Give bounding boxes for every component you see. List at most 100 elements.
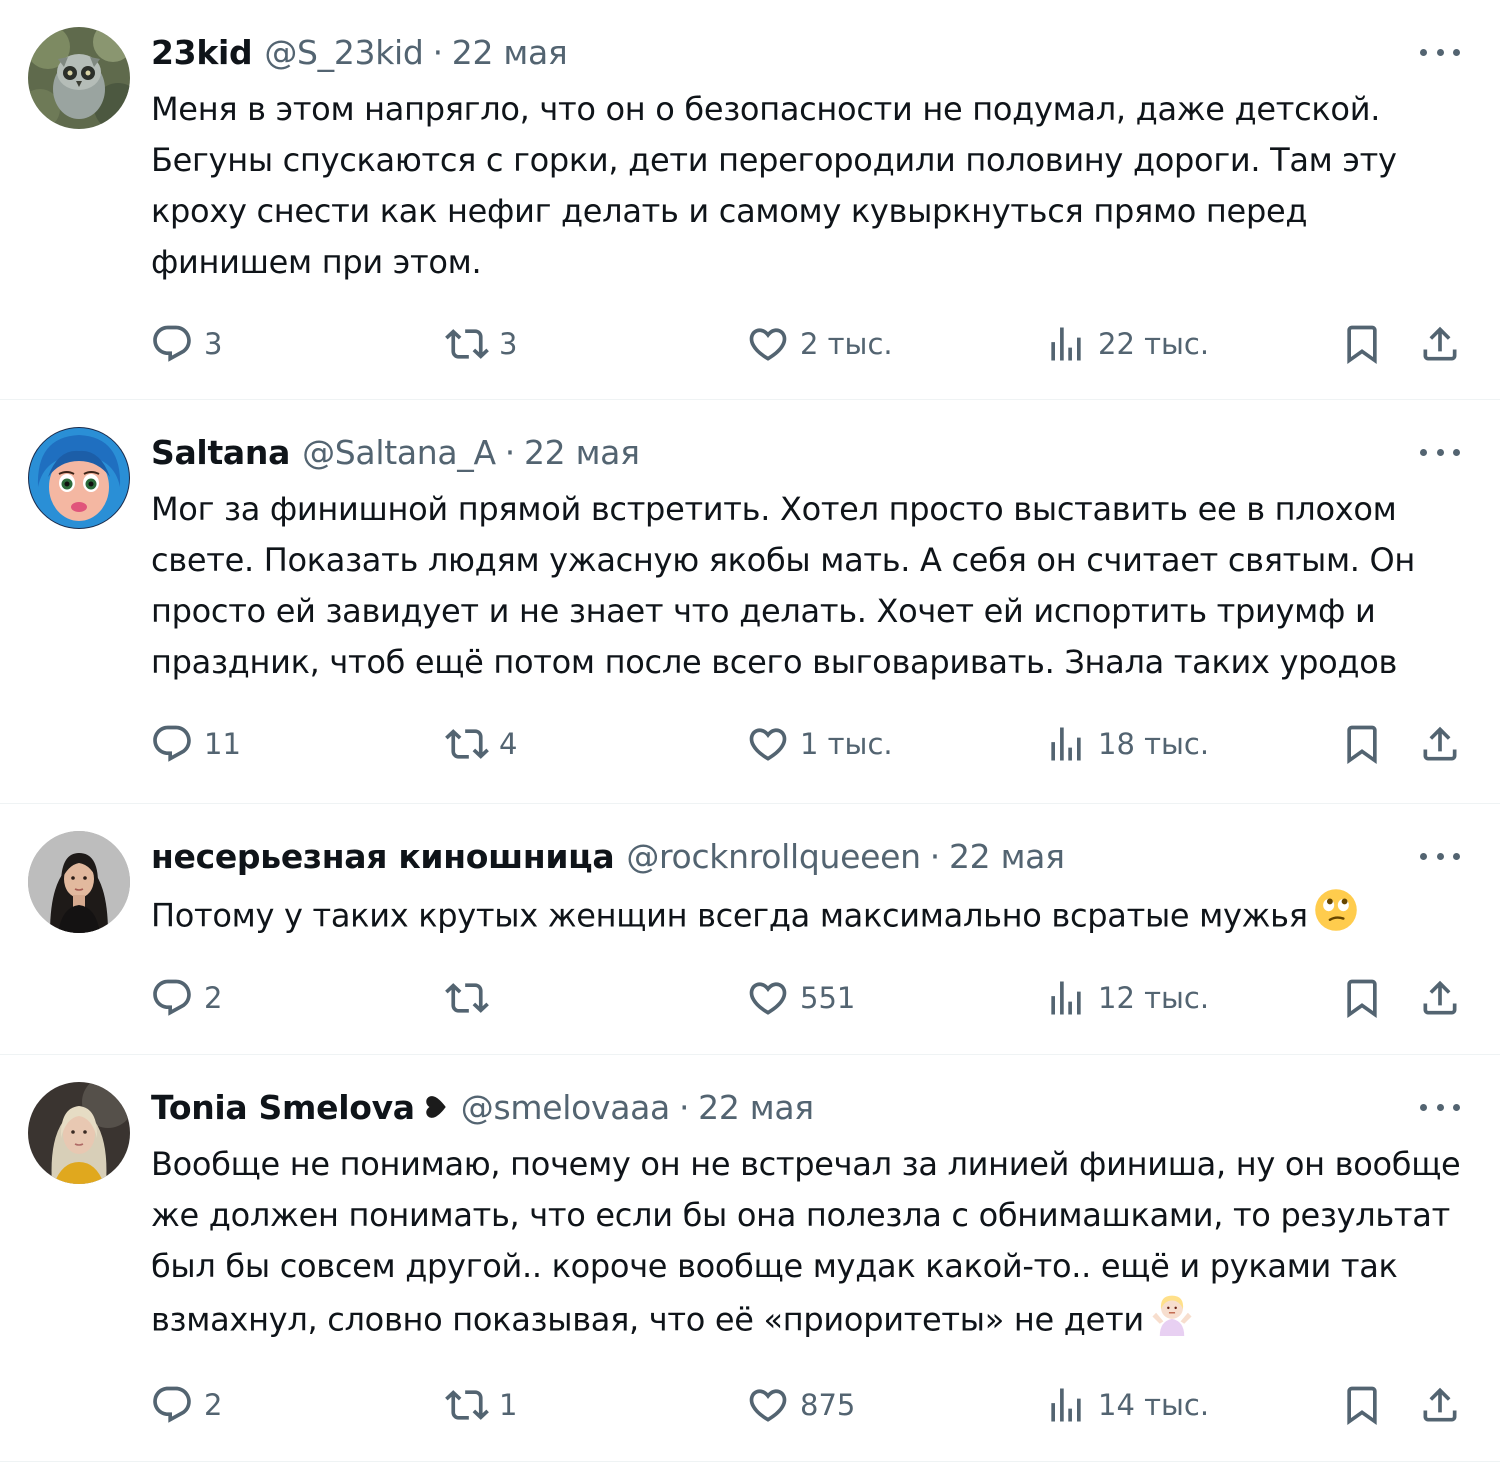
user-handle[interactable]: @smelovaaa <box>461 1088 671 1127</box>
user-handle[interactable]: @S_23kid <box>264 33 424 72</box>
like-button[interactable]: 2 тыс. <box>746 322 893 366</box>
tweet-text: Мог за финишной прямой встретить. Хотел … <box>151 490 1416 681</box>
share-button[interactable] <box>1418 976 1462 1020</box>
action-bar: 3 3 2 тыс. 22 тыс. <box>150 322 1464 366</box>
reply-feed: 23kid @S_23kid · 22 мая Меня в этом напр… <box>0 0 1500 1467</box>
like-button[interactable]: 1 тыс. <box>746 722 893 766</box>
reply-button[interactable]: 11 <box>150 722 241 766</box>
more-icon <box>1420 448 1427 456</box>
like-count: 1 тыс. <box>800 727 893 761</box>
blonde-woman-avatar-image <box>28 1082 130 1184</box>
more-options-button[interactable] <box>1420 1095 1460 1119</box>
retweet-button[interactable]: 4 <box>445 722 517 766</box>
bookmark-icon <box>1347 725 1377 765</box>
post-date[interactable]: 22 мая <box>524 433 640 472</box>
more-options-button[interactable] <box>1420 40 1460 64</box>
display-name[interactable]: Tonia Smelova <box>151 1088 415 1127</box>
cartoon-girl-avatar-image <box>28 427 130 529</box>
tweet-text: Меня в этом напрягло, что он о безопасно… <box>151 90 1397 281</box>
retweet-count: 1 <box>499 1388 518 1422</box>
display-name[interactable]: 23kid <box>151 33 253 72</box>
share-button[interactable] <box>1418 722 1462 766</box>
views-count: 14 тыс. <box>1098 1388 1210 1422</box>
display-name[interactable]: несерьезная киношница <box>151 837 615 876</box>
retweet-count: 4 <box>499 727 518 761</box>
tweet-text: Вообще не понимаю, почему он не встречал… <box>151 1145 1461 1339</box>
views-icon <box>1051 727 1081 761</box>
bookmark-icon <box>1347 325 1377 365</box>
retweet-icon <box>445 1390 489 1420</box>
bookmark-button[interactable] <box>1340 322 1384 366</box>
avatar[interactable] <box>28 831 130 933</box>
tweet[interactable]: несерьезная киношница @rocknrollqueeen ·… <box>0 804 1500 1055</box>
tweet-header: несерьезная киношница @rocknrollqueeen ·… <box>151 834 1065 878</box>
tweet[interactable]: 23kid @S_23kid · 22 мая Меня в этом напр… <box>0 0 1500 400</box>
post-date[interactable]: 22 мая <box>698 1088 814 1127</box>
bookmark-button[interactable] <box>1340 722 1384 766</box>
tweet-text: Потому у таких крутых женщин всегда макс… <box>151 896 1308 935</box>
retweet-button[interactable] <box>445 976 499 1020</box>
bookmark-icon <box>1347 1386 1377 1426</box>
action-bar: 2 551 12 тыс. <box>150 976 1464 1020</box>
bookmark-button[interactable] <box>1340 976 1384 1020</box>
reply-button[interactable]: 3 <box>150 322 222 366</box>
views-count: 12 тыс. <box>1098 981 1210 1015</box>
tweet-header: Tonia Smelova @smelovaaa · 22 мая <box>151 1085 814 1129</box>
views-icon <box>1051 327 1081 361</box>
bookmark-icon <box>1347 979 1377 1019</box>
views-button[interactable]: 22 тыс. <box>1044 322 1209 366</box>
like-icon <box>749 982 787 1015</box>
views-icon <box>1051 981 1081 1015</box>
separator-dot: · <box>678 1087 690 1127</box>
reply-count: 2 <box>204 1388 223 1422</box>
share-icon <box>1423 726 1457 761</box>
views-count: 22 тыс. <box>1098 327 1210 361</box>
avatar[interactable] <box>28 27 130 129</box>
tweet[interactable]: Saltana @Saltana_A · 22 мая Мог за финиш… <box>0 400 1500 804</box>
retweet-button[interactable]: 1 <box>445 1383 517 1427</box>
share-icon <box>1423 326 1457 361</box>
like-icon <box>749 1389 787 1422</box>
reply-count: 2 <box>204 981 223 1015</box>
bookmark-button[interactable] <box>1340 1383 1384 1427</box>
eye-roll-emoji <box>1314 888 1358 947</box>
share-icon <box>1423 1387 1457 1422</box>
avatar[interactable] <box>28 1082 130 1184</box>
retweet-button[interactable]: 3 <box>445 322 517 366</box>
reply-button[interactable]: 2 <box>150 1383 222 1427</box>
more-options-button[interactable] <box>1420 440 1460 464</box>
reply-count: 11 <box>204 727 241 761</box>
reply-button[interactable]: 2 <box>150 976 222 1020</box>
separator-dot: · <box>504 432 516 472</box>
display-name[interactable]: Saltana <box>151 433 290 472</box>
more-icon <box>1420 852 1427 860</box>
black-heart-badge <box>423 1094 449 1120</box>
user-handle[interactable]: @Saltana_A <box>302 433 496 472</box>
like-button[interactable]: 875 <box>746 1383 855 1427</box>
like-count: 875 <box>800 1388 856 1422</box>
retweet-icon <box>445 329 489 359</box>
avatar[interactable] <box>28 427 130 529</box>
views-button[interactable]: 14 тыс. <box>1044 1383 1209 1427</box>
action-bar: 11 4 1 тыс. 18 тыс. <box>150 722 1464 766</box>
tweet-text-block: Потому у таких крутых женщин всегда макс… <box>151 888 1461 947</box>
like-button[interactable]: 551 <box>746 976 855 1020</box>
like-icon <box>749 728 787 761</box>
tweet-header: Saltana @Saltana_A · 22 мая <box>151 430 640 474</box>
share-button[interactable] <box>1418 1383 1462 1427</box>
views-button[interactable]: 18 тыс. <box>1044 722 1209 766</box>
retweet-count: 3 <box>499 327 518 361</box>
user-handle[interactable]: @rocknrollqueeen <box>626 837 921 876</box>
views-button[interactable]: 12 тыс. <box>1044 976 1209 1020</box>
like-icon <box>749 328 787 361</box>
action-bar: 2 1 875 14 тыс. <box>150 1383 1464 1427</box>
tweet-header: 23kid @S_23kid · 22 мая <box>151 30 568 74</box>
reply-count: 3 <box>204 327 223 361</box>
more-options-button[interactable] <box>1420 844 1460 868</box>
post-date[interactable]: 22 мая <box>452 33 568 72</box>
retweet-icon <box>445 729 489 759</box>
tweet[interactable]: Tonia Smelova @smelovaaa · 22 мая Вообще… <box>0 1055 1500 1462</box>
owl-avatar-image <box>28 27 130 129</box>
post-date[interactable]: 22 мая <box>949 837 1065 876</box>
share-button[interactable] <box>1418 322 1462 366</box>
